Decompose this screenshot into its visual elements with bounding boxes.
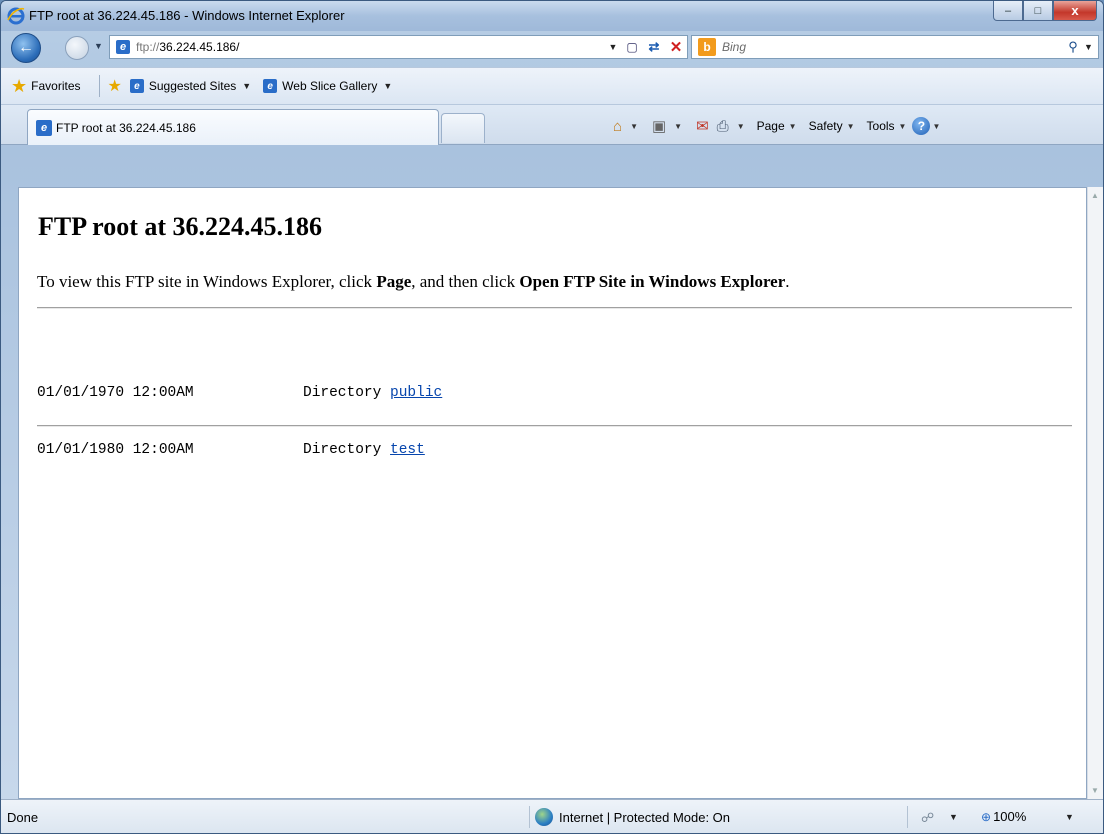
compatibility-view-icon[interactable]: ▢ xyxy=(621,36,643,58)
favorites-button[interactable]: Favorites xyxy=(31,79,80,93)
feeds-icon[interactable]: ▣ xyxy=(652,117,666,135)
read-mail-icon[interactable]: ✉ xyxy=(696,117,709,135)
vertical-scrollbar[interactable]: ▲ ▼ xyxy=(1087,187,1103,799)
internet-explorer-icon: e xyxy=(36,119,52,136)
print-icon[interactable]: ⎙ xyxy=(717,118,729,135)
address-dropdown-button[interactable]: ▼ xyxy=(605,42,621,52)
zone-label: Internet | Protected Mode: On xyxy=(559,809,731,825)
scroll-up-icon[interactable]: ▲ xyxy=(1091,191,1099,200)
page-title: FTP root at 36.224.45.186 xyxy=(38,212,323,241)
page-icon: e xyxy=(116,40,130,54)
search-options-dropdown[interactable]: ▼ xyxy=(1084,42,1098,52)
help-icon[interactable]: ? xyxy=(912,117,931,135)
stop-icon[interactable]: ✕ xyxy=(665,36,687,58)
suggested-sites-icon: e xyxy=(129,79,144,93)
divider xyxy=(529,806,530,828)
add-to-favorites-icon[interactable]: ★ xyxy=(108,76,122,96)
web-slice-gallery-link[interactable]: Web Slice Gallery xyxy=(282,79,377,93)
chevron-down-icon[interactable]: ▼ xyxy=(789,122,797,131)
divider xyxy=(907,806,908,828)
divider xyxy=(37,307,1072,309)
security-zone[interactable]: Internet | Protected Mode: On xyxy=(535,808,730,826)
web-slice-gallery-icon: e xyxy=(263,79,278,93)
protected-mode-icon[interactable]: ☍ xyxy=(921,810,934,826)
url-field[interactable]: ftp://36.224.45.186/ xyxy=(136,40,605,54)
chevron-down-icon[interactable]: ▼ xyxy=(899,122,907,131)
home-icon[interactable]: ⌂ xyxy=(613,118,622,135)
chevron-down-icon[interactable]: ▼ xyxy=(1065,812,1074,822)
search-icon[interactable]: ⚲ xyxy=(1062,39,1084,55)
suggested-sites-link[interactable]: Suggested Sites xyxy=(149,79,236,93)
maximize-button[interactable]: □ xyxy=(1023,1,1053,21)
recent-pages-dropdown[interactable]: ▼ xyxy=(94,41,103,51)
close-icon: x xyxy=(1071,3,1079,18)
tools-menu[interactable]: Tools xyxy=(867,119,895,133)
refresh-icon[interactable]: ⇄ xyxy=(643,36,665,58)
browser-window: FTP root at 36.224.45.186 - Windows Inte… xyxy=(0,0,1104,834)
new-tab-button[interactable] xyxy=(441,113,485,143)
address-bar[interactable]: e ftp://36.224.45.186/ ▼ ▢ ⇄ ✕ xyxy=(109,35,688,59)
chevron-down-icon[interactable]: ▼ xyxy=(932,122,940,131)
minimize-icon: – xyxy=(1004,4,1012,17)
divider xyxy=(37,425,1072,427)
bing-logo-icon: b xyxy=(698,38,716,56)
maximize-icon: □ xyxy=(1034,4,1042,17)
tab-label: FTP root at 36.224.45.186 xyxy=(56,120,196,135)
minimize-button[interactable]: – xyxy=(993,1,1023,21)
search-box[interactable]: b Bing ⚲ ▼ xyxy=(691,35,1099,59)
forward-button[interactable] xyxy=(65,36,89,60)
instructions-text: To view this FTP site in Windows Explore… xyxy=(37,272,790,291)
chevron-down-icon[interactable]: ▼ xyxy=(242,81,251,91)
back-button[interactable]: ← xyxy=(11,33,41,63)
back-arrow-icon: ← xyxy=(18,39,34,56)
chevron-down-icon[interactable]: ▼ xyxy=(737,122,745,131)
search-input[interactable]: Bing xyxy=(722,40,1062,54)
favorites-star-icon: ★ xyxy=(11,75,28,96)
zoom-level[interactable]: ⊕ 100% xyxy=(981,809,1026,824)
zoom-label: 100% xyxy=(993,809,1027,824)
close-button[interactable]: x xyxy=(1053,1,1097,21)
page-menu[interactable]: Page xyxy=(757,119,785,133)
safety-menu[interactable]: Safety xyxy=(809,119,843,133)
globe-icon xyxy=(535,808,553,826)
favorites-bar: ★ Favorites ★ e Suggested Sites ▼ e Web … xyxy=(1,67,1103,105)
chevron-down-icon[interactable]: ▼ xyxy=(949,812,958,822)
chevron-down-icon[interactable]: ▼ xyxy=(383,81,392,91)
internet-explorer-icon xyxy=(7,7,25,25)
status-bar: Done Internet | Protected Mode: On ☍ ▼ ⊕… xyxy=(1,799,1103,833)
caption-buttons: – □ x xyxy=(993,1,1097,23)
command-bar: ⌂ ▼ ▣ ▼ ✉ ⎙ ▼ Page ▼ Safety ▼ Tools ▼ ? … xyxy=(611,113,952,139)
divider xyxy=(98,75,100,97)
chevron-down-icon[interactable]: ▼ xyxy=(630,122,638,131)
window-title: FTP root at 36.224.45.186 - Windows Inte… xyxy=(29,8,345,23)
chevron-down-icon[interactable]: ▼ xyxy=(847,122,855,131)
title-bar: FTP root at 36.224.45.186 - Windows Inte… xyxy=(1,1,1103,31)
list-item: 01/01/1970 12:00AM Directory public xyxy=(37,385,443,401)
list-item: 01/01/1980 12:00AM Directory test xyxy=(37,442,425,458)
chevron-down-icon[interactable]: ▼ xyxy=(674,122,682,131)
tab-ftp-root[interactable]: e FTP root at 36.224.45.186 xyxy=(27,109,439,145)
tab-row: e FTP root at 36.224.45.186 ⌂ ▼ ▣ ▼ ✉ ⎙ … xyxy=(1,105,1103,145)
directory-link-public[interactable]: public xyxy=(390,385,442,401)
page-content: FTP root at 36.224.45.186 To view this F… xyxy=(18,187,1087,799)
scroll-down-icon[interactable]: ▼ xyxy=(1091,786,1099,795)
zoom-icon: ⊕ xyxy=(981,809,992,824)
directory-link-test[interactable]: test xyxy=(390,442,425,458)
status-text: Done xyxy=(7,810,39,825)
directory-listing: 01/01/1970 12:00AM Directory public 01/01… xyxy=(37,346,442,498)
navigation-bar: ← ▼ e ftp://36.224.45.186/ ▼ ▢ ⇄ ✕ b Bin… xyxy=(1,31,1103,65)
